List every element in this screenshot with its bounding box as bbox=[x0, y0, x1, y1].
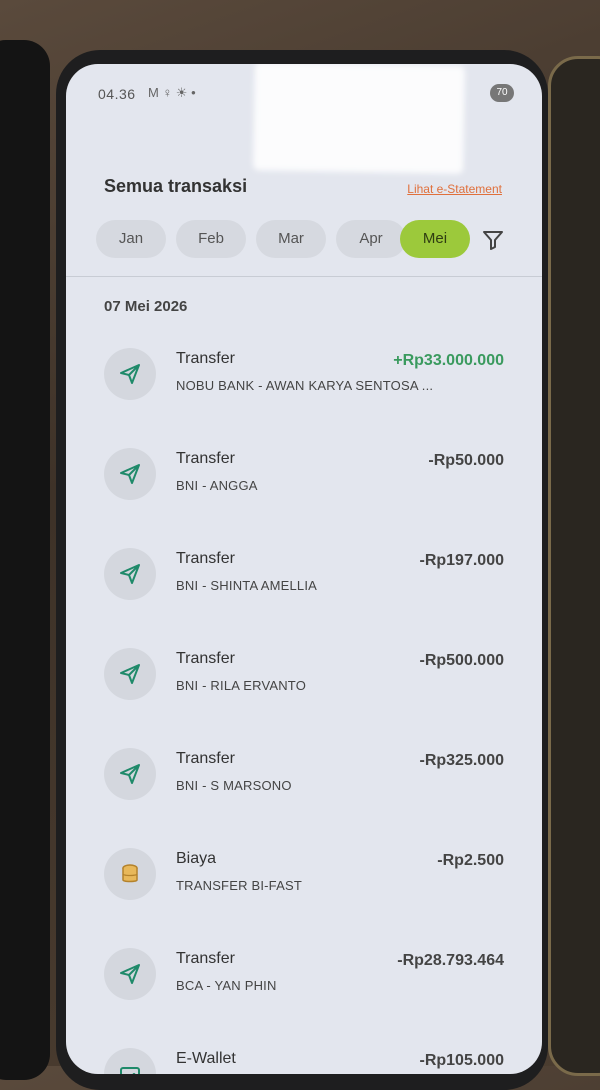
transaction-detail: TRANSFER BI-FAST bbox=[176, 878, 302, 893]
e-statement-link[interactable]: Lihat e-Statement bbox=[407, 182, 502, 196]
transaction-type: Transfer bbox=[176, 350, 235, 367]
app-screen: 04.36 M ♀ ☀ • 70 Semua transaksi Lihat e… bbox=[66, 64, 542, 1074]
battery-icon: 70 bbox=[490, 84, 514, 102]
month-chip-jan[interactable]: Jan bbox=[96, 220, 166, 258]
transaction-row[interactable]: Transfer BCA - YAN PHIN -Rp28.793.464 bbox=[66, 932, 542, 1032]
transaction-type: Transfer bbox=[176, 950, 235, 967]
transaction-amount: -Rp105.000 bbox=[419, 1052, 505, 1069]
divider bbox=[66, 276, 542, 277]
send-icon bbox=[104, 648, 156, 700]
transaction-row[interactable]: Transfer BNI - ANGGA -Rp50.000 bbox=[66, 432, 542, 532]
transaction-row[interactable]: Transfer BNI - SHINTA AMELLIA -Rp197.000 bbox=[66, 532, 542, 632]
transaction-row[interactable]: Transfer NOBU BANK - AWAN KARYA SENTOSA .… bbox=[66, 332, 542, 432]
transaction-detail: NOBU BANK - AWAN KARYA SENTOSA ... bbox=[176, 378, 434, 393]
send-icon bbox=[104, 448, 156, 500]
transaction-type: Transfer bbox=[176, 750, 235, 767]
month-chip-mei[interactable]: Mei bbox=[400, 220, 470, 258]
light-glare bbox=[253, 64, 465, 174]
transaction-amount: -Rp325.000 bbox=[419, 752, 505, 769]
transaction-amount: -Rp28.793.464 bbox=[397, 952, 504, 969]
transaction-amount: -Rp2.500 bbox=[437, 852, 504, 869]
send-icon bbox=[104, 348, 156, 400]
status-time: 04.36 bbox=[98, 86, 136, 102]
transaction-amount: +Rp33.000.000 bbox=[393, 352, 504, 369]
transaction-detail: BNI - RILA ERVANTO bbox=[176, 678, 307, 693]
page-title: Semua transaksi bbox=[104, 176, 248, 196]
month-chip-mar[interactable]: Mar bbox=[256, 220, 326, 258]
adjacent-phone-right bbox=[548, 56, 600, 1076]
status-icons: M ♀ ☀ • bbox=[148, 85, 196, 100]
transaction-amount: -Rp500.000 bbox=[419, 652, 505, 669]
fee-icon bbox=[104, 848, 156, 900]
transaction-row[interactable]: E-Wallet -Rp105.000 bbox=[66, 1032, 542, 1074]
transaction-detail: BNI - S MARSONO bbox=[176, 778, 292, 793]
transaction-amount: -Rp197.000 bbox=[419, 552, 505, 569]
transaction-row[interactable]: Biaya TRANSFER BI-FAST -Rp2.500 bbox=[66, 832, 542, 932]
transaction-type: Transfer bbox=[176, 650, 235, 667]
filter-icon[interactable] bbox=[480, 228, 506, 252]
month-chip-feb[interactable]: Feb bbox=[176, 220, 246, 258]
page-header: Semua transaksi Lihat e-Statement bbox=[104, 176, 502, 202]
transaction-type: Biaya bbox=[176, 850, 217, 867]
transaction-type: Transfer bbox=[176, 550, 235, 567]
send-icon bbox=[104, 748, 156, 800]
adjacent-phone-left bbox=[0, 40, 50, 1080]
transaction-detail: BNI - SHINTA AMELLIA bbox=[176, 578, 318, 593]
transaction-amount: -Rp50.000 bbox=[428, 452, 504, 469]
month-chip-apr[interactable]: Apr bbox=[336, 220, 406, 258]
transaction-type: Transfer bbox=[176, 450, 235, 467]
transaction-type: E-Wallet bbox=[176, 1050, 236, 1067]
send-icon bbox=[104, 948, 156, 1000]
transaction-row[interactable]: Transfer BNI - S MARSONO -Rp325.000 bbox=[66, 732, 542, 832]
date-group-label: 07 Mei 2026 bbox=[104, 298, 188, 315]
wallet-icon bbox=[104, 1048, 156, 1074]
transaction-detail: BCA - YAN PHIN bbox=[176, 978, 277, 993]
send-icon bbox=[104, 548, 156, 600]
month-selector: Jan Feb Mar Apr Mei bbox=[96, 220, 522, 260]
transaction-detail: BNI - ANGGA bbox=[176, 478, 258, 493]
transaction-row[interactable]: Transfer BNI - RILA ERVANTO -Rp500.000 bbox=[66, 632, 542, 732]
